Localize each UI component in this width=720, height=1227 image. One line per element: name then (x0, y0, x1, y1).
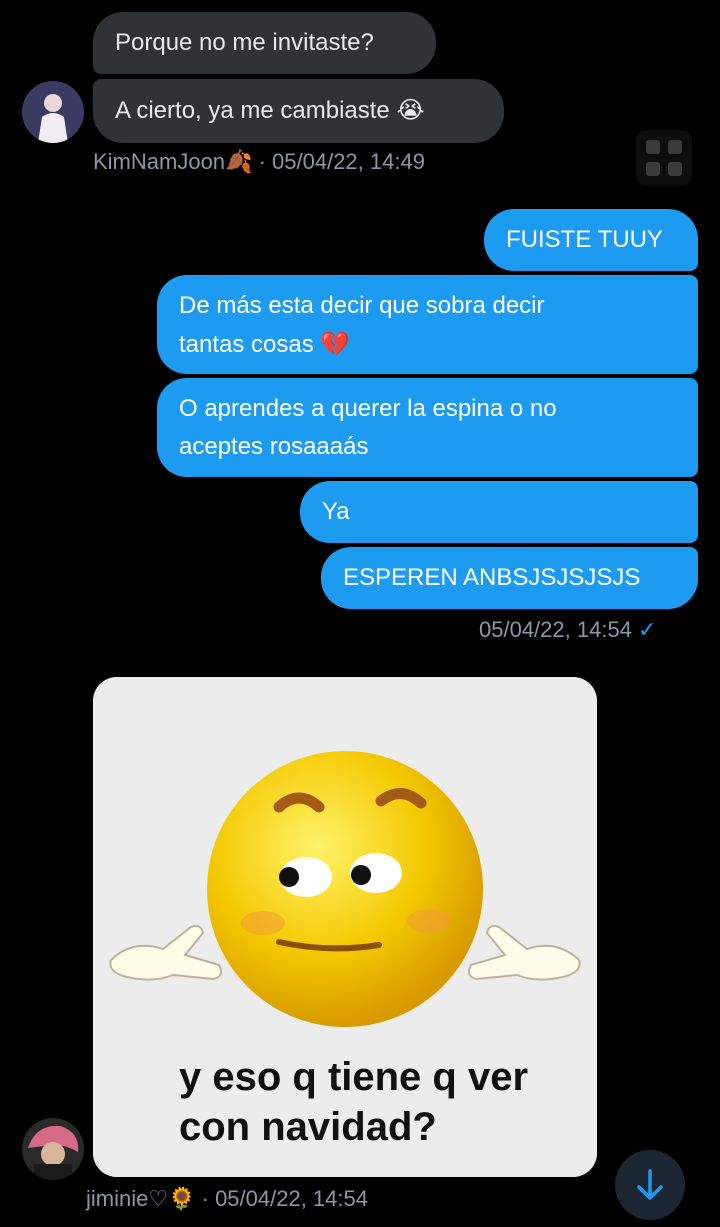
avatar[interactable] (22, 1118, 84, 1180)
message-bubble-incoming[interactable]: A cierto, ya me cambiaste 😭 (93, 79, 504, 143)
message-bubble-outgoing[interactable]: O aprendes a querer la espina o no acept… (157, 378, 698, 477)
separator: · (258, 149, 273, 174)
crying-face-emoji: 😭 (396, 96, 425, 124)
avatar[interactable] (22, 81, 84, 143)
message-text-line: De más esta decir que sobra decir (179, 292, 545, 319)
avatar-image (22, 81, 84, 143)
broken-heart-emoji: 💔 (320, 330, 351, 358)
message-meta: KimNamJoon🍂 · 05/04/22, 14:49 (93, 149, 425, 175)
meme-caption: y eso q tiene q ver con navidad? (179, 1055, 529, 1149)
message-text: A cierto, ya me cambiaste (115, 97, 390, 124)
message-text: Ya (322, 498, 350, 525)
message-text: Porque no me invitaste? (115, 29, 374, 56)
message-bubble-outgoing[interactable]: De más esta decir que sobra decir tantas… (157, 275, 698, 374)
separator: · (201, 1186, 216, 1211)
leaf-emoji: 🍂 (225, 150, 253, 175)
timestamp: 05/04/22, 14:49 (272, 149, 425, 174)
message-text: FUISTE TUUY (506, 226, 663, 253)
message-bubble-outgoing[interactable]: Ya (300, 481, 698, 543)
sunflower-emoji: 🌻 (168, 1187, 196, 1212)
message-text-line: tantas cosas 💔 (179, 330, 351, 358)
timestamp: 05/04/22, 14:54 (215, 1186, 368, 1211)
message-text-line: aceptes rosaaaás (179, 433, 369, 460)
message-bubble-outgoing[interactable]: ESPEREN ANBSJSJSJSJS (321, 547, 698, 609)
sender-name[interactable]: jiminie♡ (86, 1186, 168, 1211)
message-bubble-outgoing[interactable]: FUISTE TUUY (484, 209, 698, 271)
check-icon: ✓ (638, 617, 657, 642)
meme-image[interactable]: y eso q tiene q ver con navidad? (93, 677, 597, 1177)
sender-name[interactable]: KimNamJoon (93, 149, 225, 174)
message-bubble-incoming[interactable]: Porque no me invitaste? (93, 12, 436, 74)
avatar-image (22, 1118, 84, 1180)
message-text-line: O aprendes a querer la espina o no (179, 395, 557, 422)
message-text: ESPEREN ANBSJSJSJSJS (343, 564, 641, 591)
message-meta: jiminie♡🌻 · 05/04/22, 14:54 (86, 1186, 368, 1212)
arrow-down-icon[interactable] (615, 1150, 685, 1220)
grid-icon[interactable] (636, 130, 692, 186)
message-meta: 05/04/22, 14:54 ✓ (479, 617, 656, 643)
timestamp: 05/04/22, 14:54 (479, 617, 632, 642)
